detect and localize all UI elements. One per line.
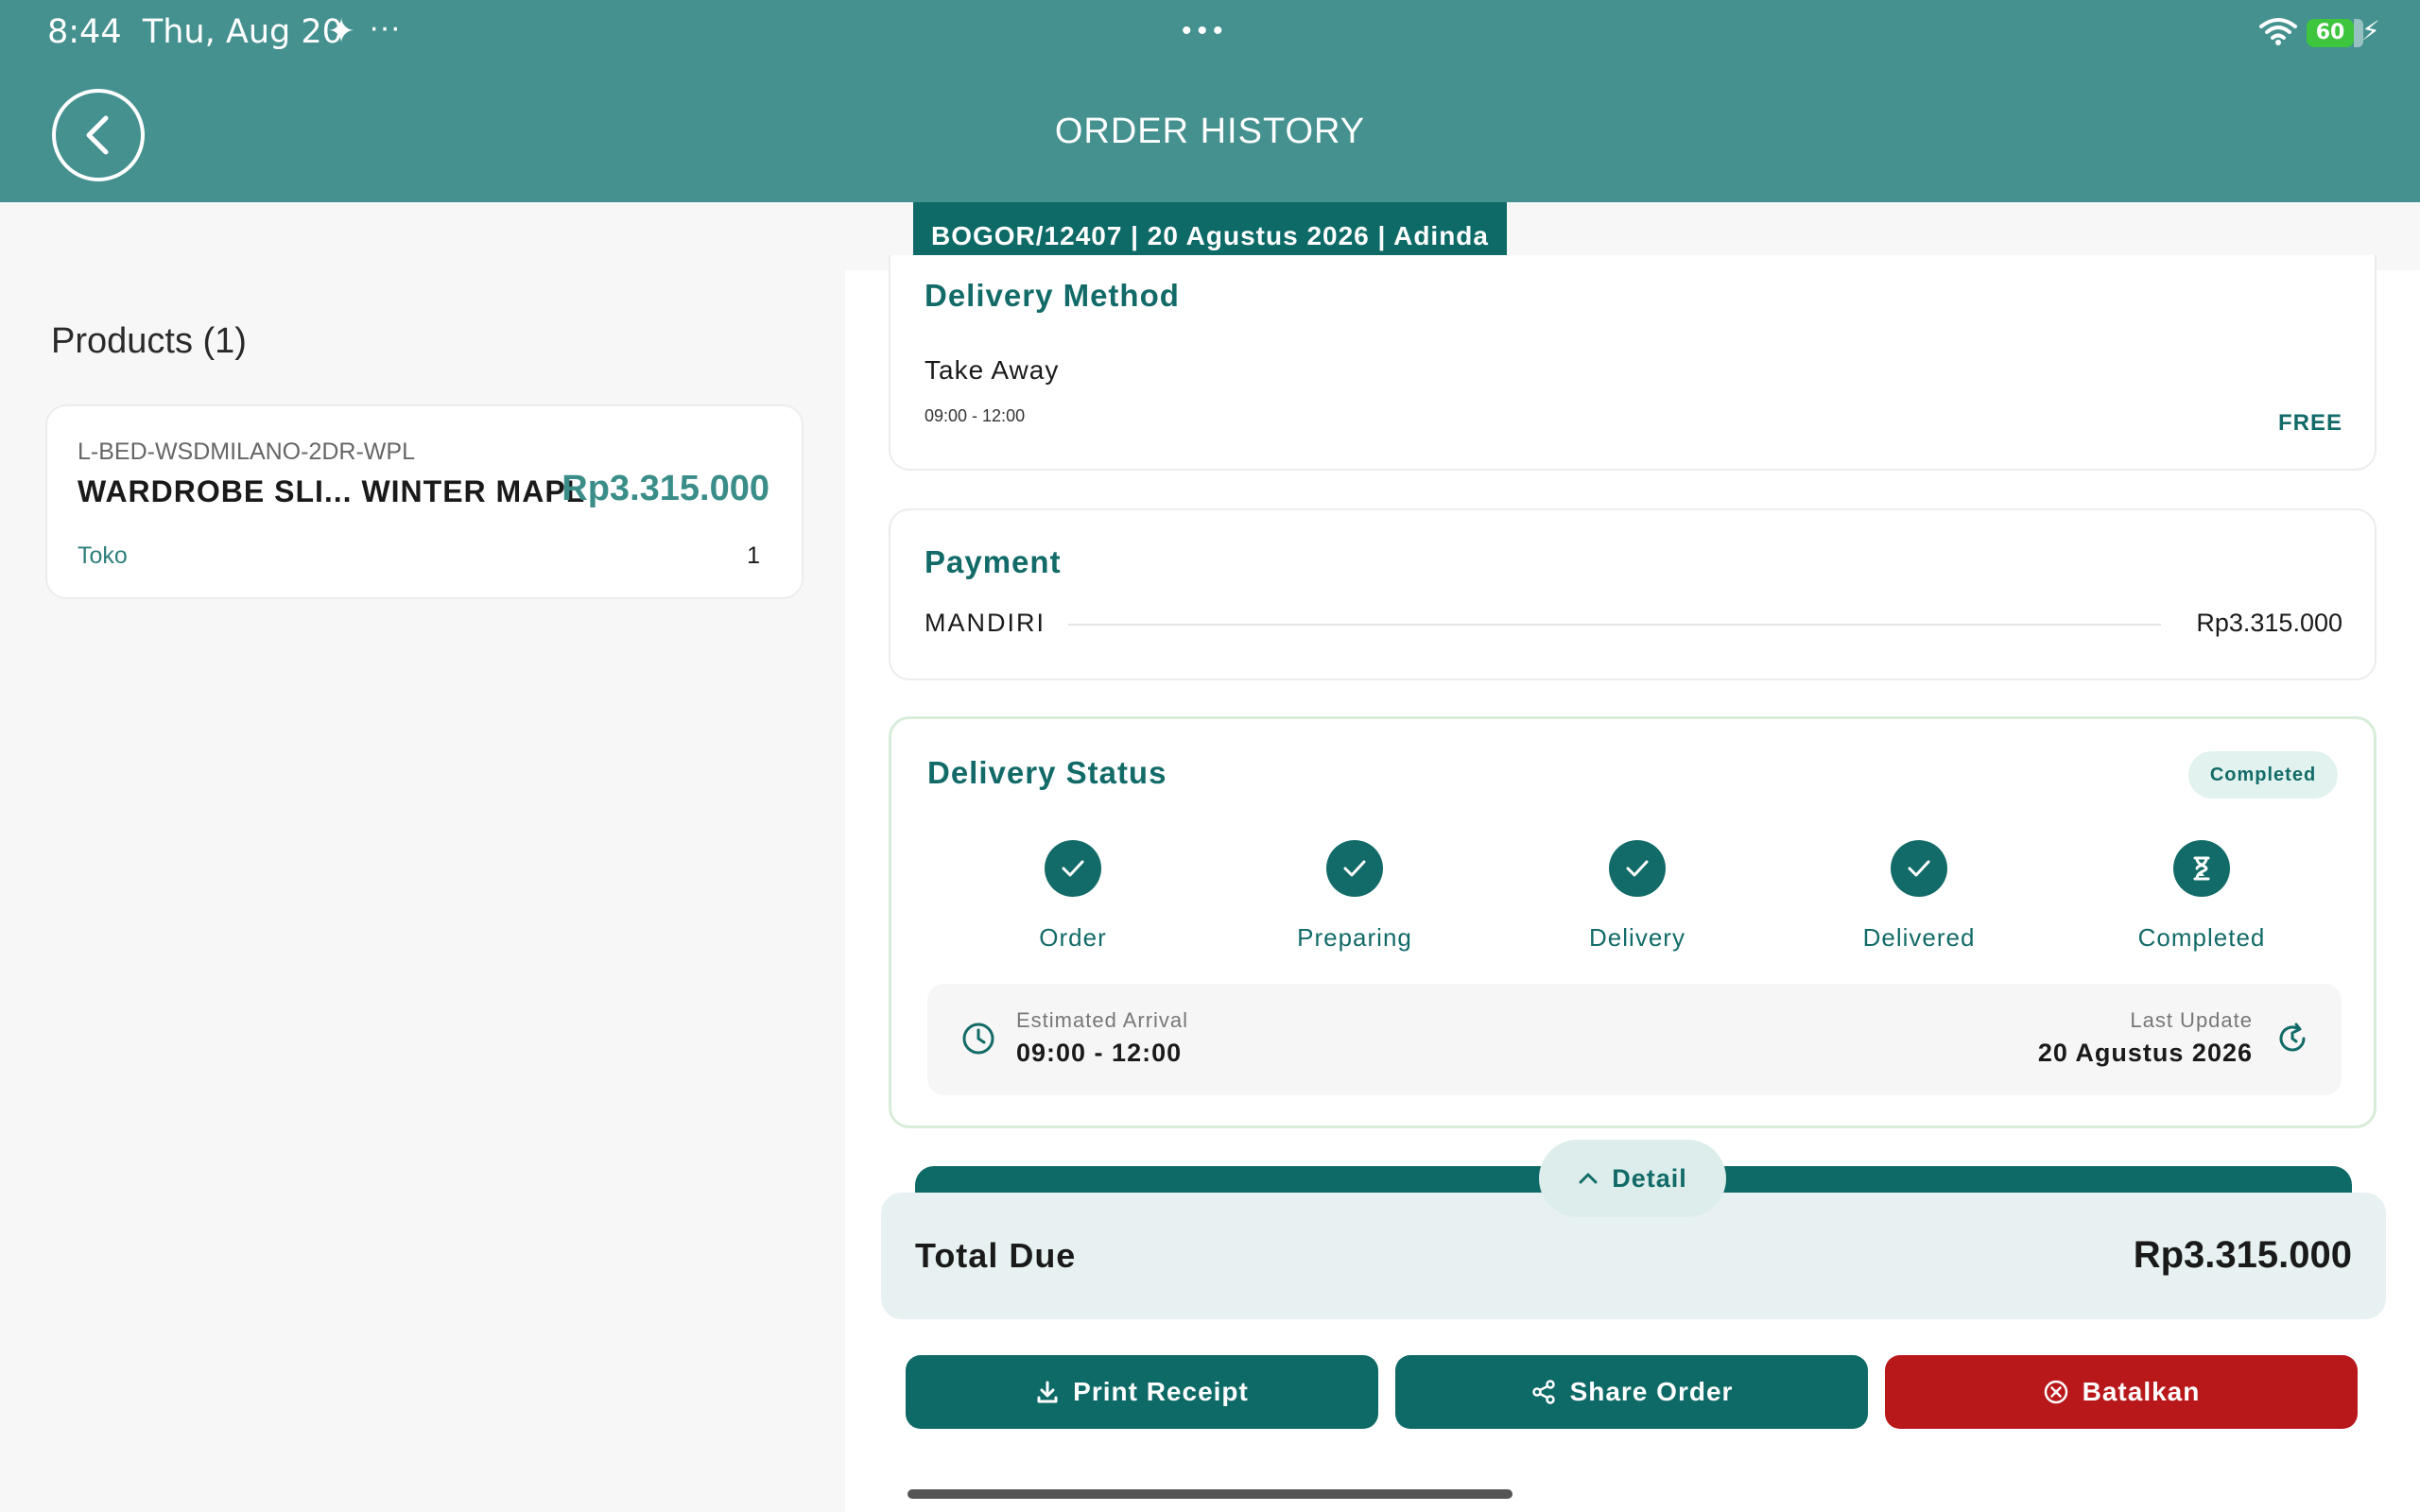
eta-label: Estimated Arrival [1016,1008,1189,1032]
chevron-up-icon [1579,1173,1598,1184]
download-icon [1037,1381,1058,1403]
products-title: Products (1) [51,321,247,361]
cancel-order-button[interactable]: Batalkan [1885,1355,2358,1429]
delivery-time: 09:00 - 12:00 [925,406,1026,425]
step-label: Delivery [1589,923,1685,952]
eta-value: 09:00 - 12:00 [1016,1039,1183,1067]
product-name: WARDROBE SLI... WINTER MAPL [78,474,586,508]
product-price: Rp3.315.000 [562,469,769,508]
step-label: Completed [2137,923,2266,952]
status-step-preparing: Preparing [1241,840,1468,953]
wifi-icon [2259,18,2297,45]
total-due-label: Total Due [915,1236,1077,1275]
status-time: 8:44 Thu, Aug 20 [47,13,343,51]
payment-card: Payment MANDIRI Rp3.315.000 [889,508,2377,680]
product-sku: L-BED-WSDMILANO-2DR-WPL [78,438,415,465]
refresh-icon[interactable] [2275,1022,2309,1056]
sparkle-icon: ✦ [327,11,356,50]
delivery-status-card: Delivery Status Completed Order Preparin… [889,716,2377,1128]
share-order-label: Share Order [1569,1377,1734,1406]
status-step-delivered: Delivered [1806,840,2032,953]
delivery-method-title: Delivery Method [925,278,1180,313]
detail-toggle-button[interactable]: Detail [1539,1140,1726,1217]
check-icon [1609,840,1666,897]
payment-method: MANDIRI [925,609,1046,637]
header-bar: 8:44 Thu, Aug 20 ✦ ··· ••• 60 ⚡ ORDER HI… [0,0,2420,202]
delivery-status-title: Delivery Status [927,755,1167,790]
share-icon [1531,1380,1555,1404]
more-icon: ··· [369,9,401,45]
page-title: ORDER HISTORY [1054,112,1366,151]
product-card[interactable]: L-BED-WSDMILANO-2DR-WPL WARDROBE SLI... … [45,404,804,599]
charging-icon: ⚡ [2361,16,2380,45]
total-due-amount: Rp3.315.000 [2133,1234,2352,1276]
last-update-label: Last Update [2130,1008,2253,1032]
close-circle-icon [2044,1380,2067,1404]
last-update-value: 20 Agustus 2026 [2037,1039,2253,1067]
status-badge: Completed [2188,751,2338,799]
delivery-method-card: Delivery Method Take Away 09:00 - 12:00 … [889,255,2377,471]
hourglass-icon [2173,840,2230,897]
share-order-button[interactable]: Share Order [1395,1355,1868,1429]
divider [1068,624,2161,626]
home-indicator[interactable] [908,1489,1512,1499]
delivery-fee: FREE [2277,410,2342,436]
detail-label: Detail [1612,1163,1687,1193]
delivery-method-value: Take Away [925,355,1060,385]
product-store: Toko [78,542,128,569]
payment-amount: Rp3.315.000 [2196,609,2342,637]
check-icon [1326,840,1383,897]
check-icon [1891,840,1947,897]
payment-title: Payment [925,544,1062,579]
check-icon [1045,840,1101,897]
battery-indicator: 60 [2307,19,2363,47]
eta-box: Estimated Arrival 09:00 - 12:00 Last Upd… [927,984,2342,1095]
status-step-completed: Completed [2088,840,2315,953]
step-label: Preparing [1297,923,1412,952]
step-label: Delivered [1862,923,1976,952]
print-receipt-label: Print Receipt [1073,1377,1249,1406]
status-step-delivery: Delivery [1524,840,1751,953]
print-receipt-button[interactable]: Print Receipt [906,1355,1378,1429]
multitask-dots-icon[interactable]: ••• [1182,15,1229,47]
cancel-order-label: Batalkan [2082,1377,2201,1406]
step-label: Order [1039,923,1107,952]
status-step-order: Order [959,840,1186,953]
clock-icon [962,1022,994,1055]
product-quantity: 1 [747,542,760,569]
